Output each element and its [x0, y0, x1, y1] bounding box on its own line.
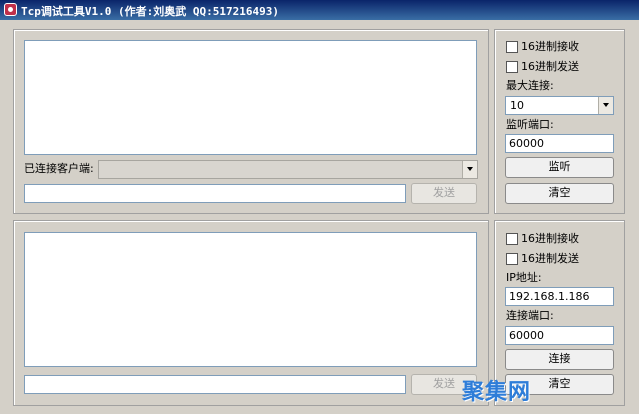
server-hex-send-checkbox[interactable]: [506, 61, 518, 73]
client-send-input[interactable]: [24, 375, 406, 394]
client-receive-area[interactable]: [24, 232, 477, 367]
chevron-down-icon[interactable]: [462, 161, 477, 178]
server-hex-receive-checkbox[interactable]: [506, 41, 518, 53]
listen-port-label: 监听端口:: [506, 118, 554, 131]
connect-port-input[interactable]: [505, 326, 614, 345]
listen-button[interactable]: 监听: [505, 157, 614, 178]
watermark: 聚集网: [462, 380, 532, 405]
client-hex-receive-checkbox[interactable]: [506, 233, 518, 245]
connected-clients-select[interactable]: [98, 160, 478, 179]
ip-address-label: IP地址:: [506, 271, 542, 284]
server-clear-button[interactable]: 清空: [505, 183, 614, 204]
client-hex-receive-label: 16进制接收: [521, 232, 579, 245]
server-send-button[interactable]: 发送: [411, 183, 477, 204]
connect-button[interactable]: 连接: [505, 349, 614, 370]
max-connections-value: 10: [510, 99, 524, 112]
server-hex-receive-label: 16进制接收: [521, 40, 579, 53]
window-title: Tcp调试工具V1.0 (作者:刘奥武 QQ:517216493): [21, 5, 279, 18]
client-hex-send-label: 16进制发送: [521, 252, 579, 265]
server-receive-area[interactable]: [24, 40, 477, 155]
chevron-down-icon[interactable]: [598, 97, 613, 114]
max-connections-label: 最大连接:: [506, 79, 554, 92]
server-send-input[interactable]: [24, 184, 406, 203]
title-bar[interactable]: Tcp调试工具V1.0 (作者:刘奥武 QQ:517216493): [0, 0, 639, 20]
max-connections-select[interactable]: 10: [505, 96, 614, 115]
connect-port-label: 连接端口:: [506, 309, 554, 322]
listen-port-input[interactable]: [505, 134, 614, 153]
app-icon: [4, 3, 17, 16]
connected-clients-label: 已连接客户端:: [24, 162, 94, 175]
ip-address-input[interactable]: [505, 287, 614, 306]
server-hex-send-label: 16进制发送: [521, 60, 579, 73]
client-hex-send-checkbox[interactable]: [506, 253, 518, 265]
